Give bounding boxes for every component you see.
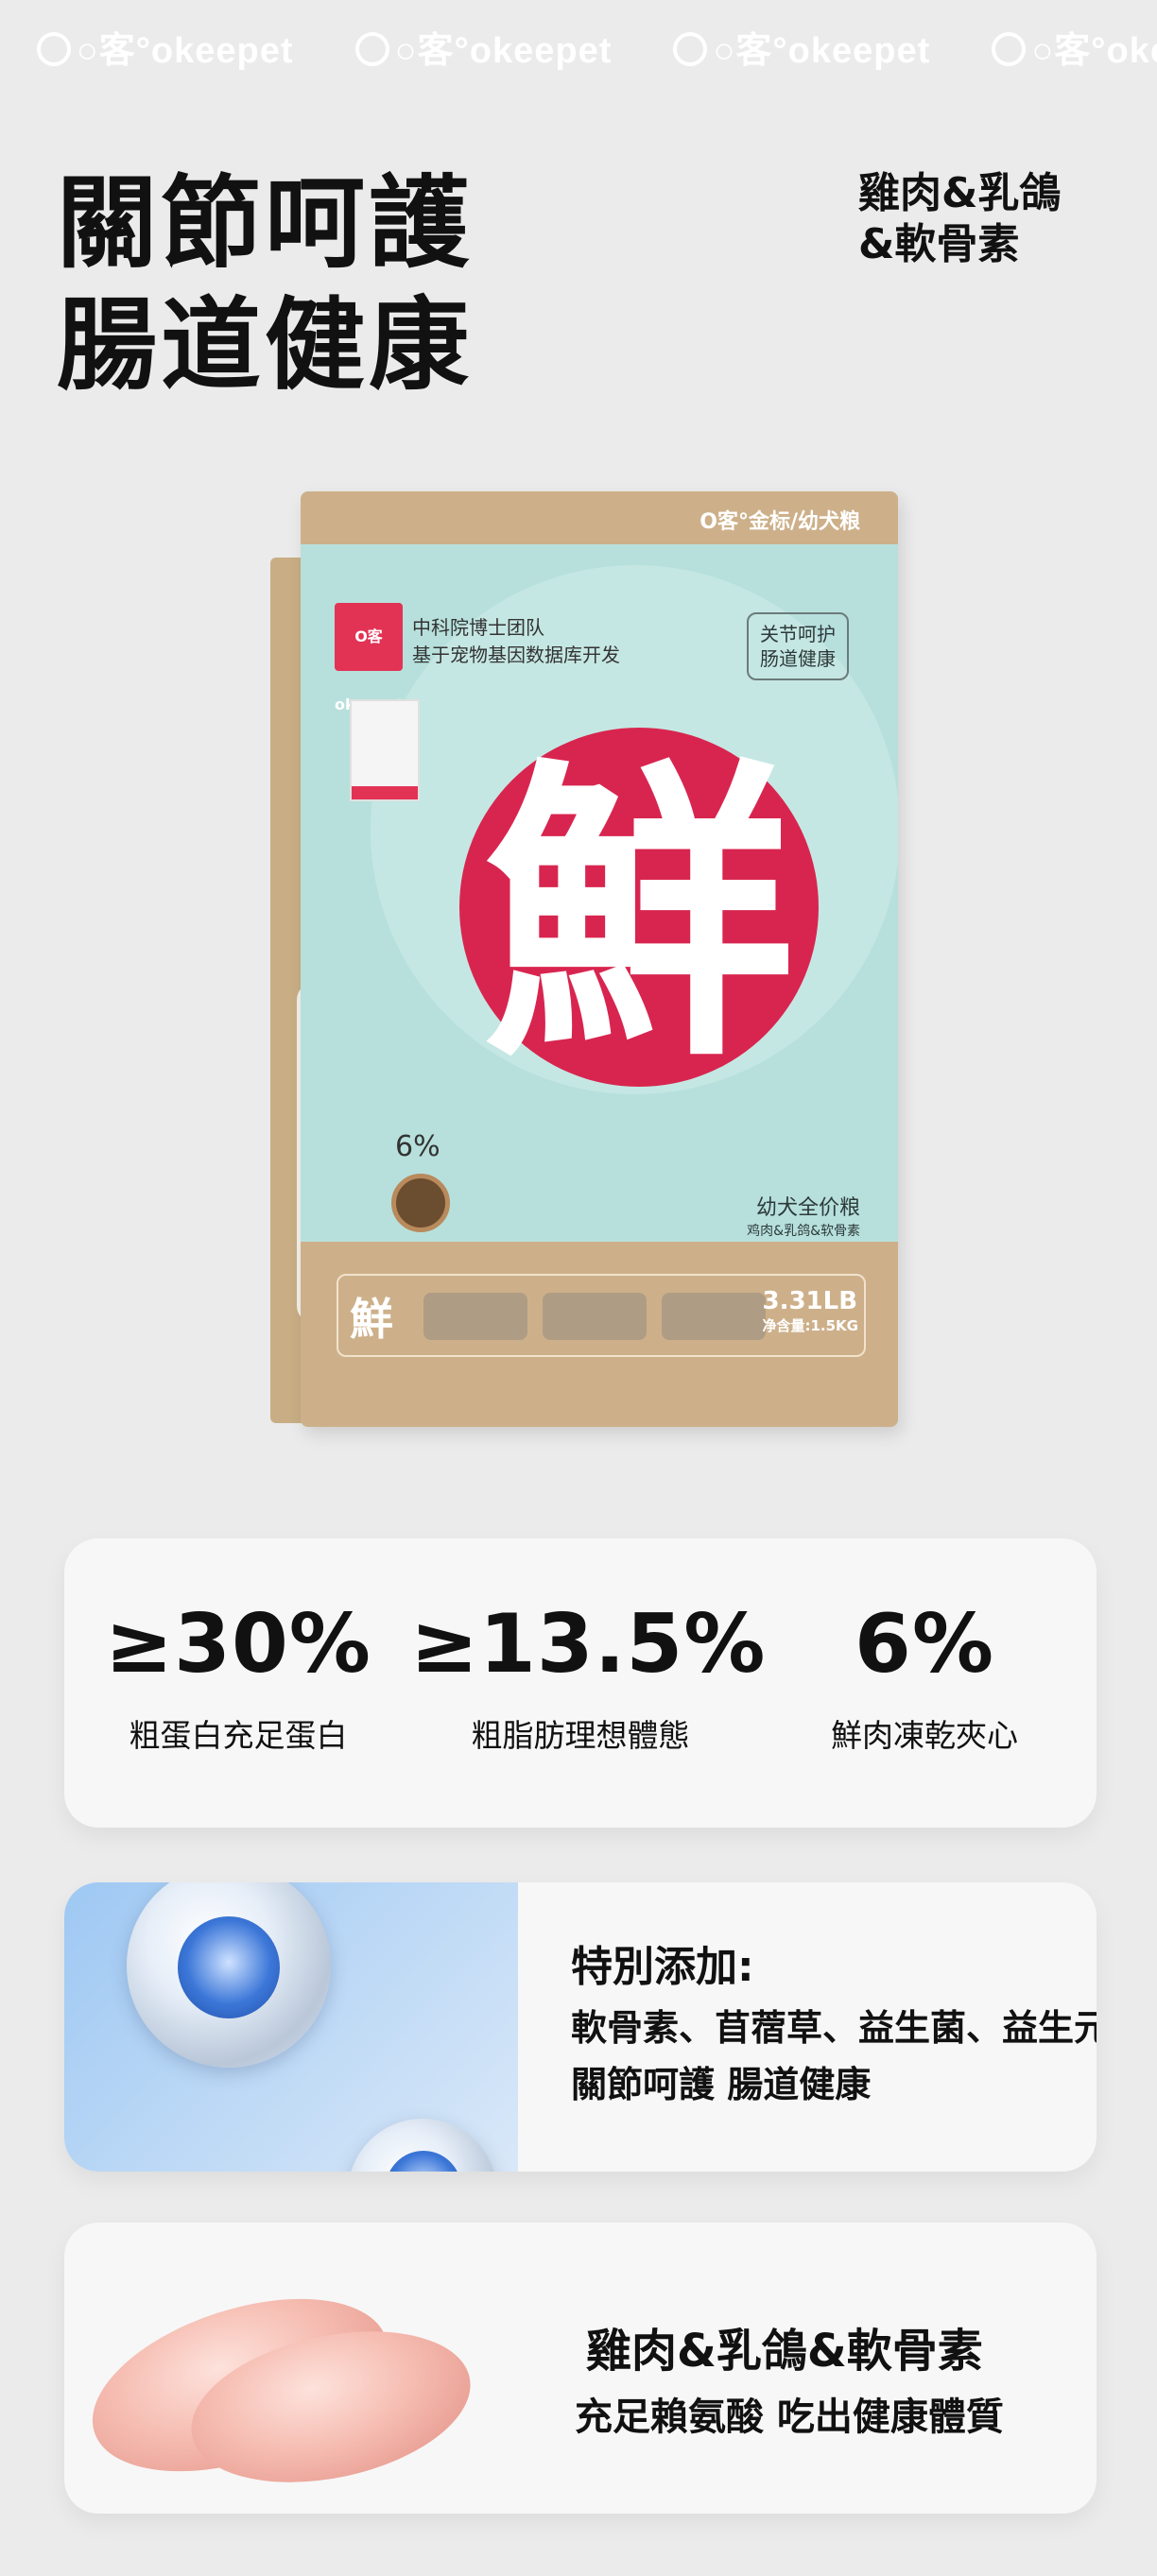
- ingredients-desc: 充足賴氨酸 吃出健康體質: [575, 2396, 1004, 2439]
- additives-card: 特別添加: 軟骨素、苜蓿草、益生菌、益生元 關節呵護 腸道健康: [64, 1882, 1097, 2172]
- bag-tagline-2: 基于宠物基因数据库开发: [412, 644, 620, 666]
- bag-tagline: 中科院博士团队 基于宠物基因数据库开发: [412, 614, 620, 669]
- headline-line-2: 腸道健康: [57, 287, 473, 404]
- bag-sub-1: 幼犬全价粮: [755, 1196, 860, 1220]
- flavor-line-2: &軟骨素: [858, 219, 1020, 268]
- capsule-bubble-icon: [348, 2119, 497, 2172]
- brand-logo: ○客°okeepet: [36, 21, 294, 73]
- stat-protein: ≥30% 粗蛋白充足蛋白: [68, 1597, 408, 1756]
- stat-fat: ≥13.5% 粗脂肪理想體態: [410, 1597, 767, 1756]
- bag-weight: 3.31LB 净含量:1.5KG: [762, 1287, 858, 1335]
- capsule-bubbles-image: [64, 1882, 518, 2172]
- bag-brand-logo: O客 okeepet: [335, 603, 404, 713]
- bag-tagline-1: 中科院博士团队: [412, 616, 544, 639]
- stat-value: ≥30%: [105, 1597, 371, 1692]
- stat-freeze-dried: 6% 鮮肉凍乾夾心: [754, 1597, 1095, 1756]
- flavor-line-1: 雞肉&乳鴿: [858, 169, 1062, 217]
- bag-weight-kg: 净含量:1.5KG: [762, 1317, 858, 1334]
- nutrition-stats-card: ≥30% 粗蛋白充足蛋白 ≥13.5% 粗脂肪理想體態 6% 鮮肉凍乾夾心: [64, 1538, 1097, 1828]
- headline-line-1: 關節呵護: [57, 165, 473, 282]
- bag-center-character: 鮮: [483, 735, 795, 1098]
- stat-label: 粗脂肪理想體態: [471, 1717, 690, 1754]
- bag-feature-pill: [662, 1293, 766, 1340]
- bag-stamp-1: 关节呵护: [760, 623, 836, 645]
- bag-subtitle: 幼犬全价粮 鸡肉&乳鸽&软骨素: [747, 1191, 860, 1240]
- ingredients-title: 雞肉&乳鴿&軟骨素: [586, 2325, 983, 2378]
- bag-percent: 6%: [395, 1130, 440, 1163]
- bag-stamp-2: 肠道健康: [760, 647, 836, 670]
- brand-logo: ○客°okeepet: [673, 21, 930, 73]
- ingredients-card: 雞肉&乳鴿&軟骨素 充足賴氨酸 吃出健康體質: [64, 2223, 1097, 2514]
- bag-scientist-photo: [350, 699, 420, 801]
- flavor-label: 雞肉&乳鴿 &軟骨素: [858, 168, 1061, 269]
- page-headline: 關節呵護 腸道健康: [57, 163, 473, 407]
- kibble-icon: [391, 1174, 450, 1232]
- stat-value: ≥13.5%: [410, 1597, 767, 1692]
- additives-list: 軟骨素、苜蓿草、益生菌、益生元: [571, 2007, 1097, 2049]
- bag-feature-pill: [543, 1293, 647, 1340]
- bag-bottom-character: 鮮: [350, 1294, 393, 1345]
- bag-feature-pill: [423, 1293, 527, 1340]
- product-bag-image: O客°金标/幼犬粮 O客 okeepet 中科院博士团队 基于宠物基因数据库开发…: [270, 491, 898, 1427]
- bag-weight-lb: 3.31LB: [762, 1287, 858, 1315]
- bag-front-panel: O客°金标/幼犬粮 O客 okeepet 中科院博士团队 基于宠物基因数据库开发…: [301, 491, 898, 1427]
- bag-top-label: O客°金标/幼犬粮: [699, 510, 860, 534]
- brand-logo: ○客°okeepet: [354, 21, 613, 73]
- additives-benefit: 關節呵護 腸道健康: [571, 2064, 872, 2105]
- additives-title: 特別添加:: [571, 1943, 754, 1991]
- brand-logo: ○客°oke: [992, 21, 1157, 73]
- stat-value: 6%: [854, 1597, 994, 1692]
- stat-label: 鮮肉凍乾夾心: [831, 1717, 1018, 1754]
- bag-bottom-band: 鮮 3.31LB 净含量:1.5KG: [301, 1242, 898, 1427]
- brand-strip: t ○客°okeepet ○客°okeepet ○客°okeepet ○客°ok…: [0, 21, 1157, 77]
- bag-sub-2: 鸡肉&乳鸽&软骨素: [747, 1224, 860, 1239]
- additives-text: 特別添加: 軟骨素、苜蓿草、益生菌、益生元 關節呵護 腸道健康: [571, 1939, 1097, 2113]
- stat-label: 粗蛋白充足蛋白: [129, 1717, 348, 1754]
- bag-stamp: 关节呵护 肠道健康: [747, 612, 849, 680]
- capsule-bubble-icon: [127, 1882, 331, 2068]
- ingredients-text: 雞肉&乳鴿&軟骨素 充足賴氨酸 吃出健康體質: [575, 2321, 1004, 2447]
